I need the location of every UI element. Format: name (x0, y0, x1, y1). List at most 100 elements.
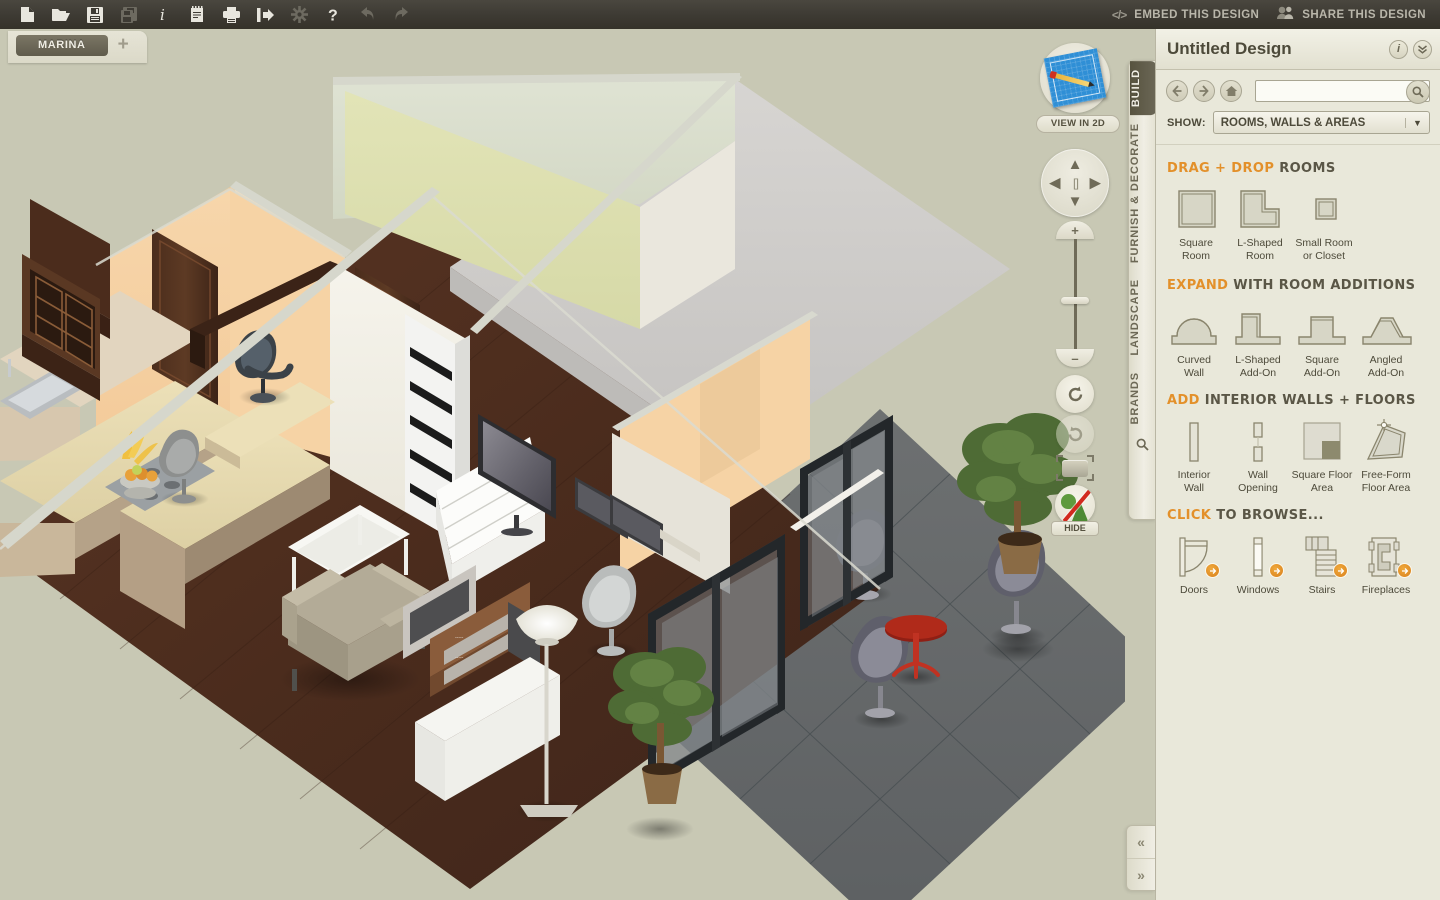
l-shaped-addon-icon (1226, 302, 1290, 350)
browse-arrow-badge[interactable] (1397, 563, 1412, 578)
document-tab-marina[interactable]: MARINA (16, 35, 108, 56)
pan-left-arrow-icon[interactable]: ◀ (1049, 176, 1061, 191)
door-icon (1162, 532, 1226, 580)
save-button[interactable] (78, 0, 112, 29)
add-tab-button[interactable]: + (114, 35, 133, 55)
help-button[interactable]: ? (316, 0, 350, 29)
zoom-out-button[interactable]: – (1056, 349, 1094, 367)
rotate-left-button[interactable] (1056, 375, 1094, 413)
section-highlight: EXPAND (1167, 278, 1229, 293)
pan-center-icon[interactable]: [ ] (1073, 176, 1079, 190)
zoom-slider[interactable]: + – (1053, 221, 1097, 367)
magnifier-icon[interactable] (1129, 432, 1155, 451)
tool-free-form-floor-area[interactable]: Free-Form Floor Area (1354, 417, 1418, 494)
chevron-down-icon[interactable]: ▼ (1405, 117, 1429, 128)
tool-label: Curved Wall (1177, 354, 1211, 379)
toolbar-icon-group: i ? (0, 0, 418, 29)
tool-wall-opening[interactable]: Wall Opening (1226, 417, 1290, 494)
browse-arrow-badge[interactable] (1269, 563, 1284, 578)
svg-text:-----: ----- (455, 655, 464, 661)
stairs-icon (1290, 532, 1354, 580)
design-canvas[interactable]: ----- ----- VIEW IN 2D ▲ ▼ ◀ ▶ [] + – H… (0, 29, 1125, 900)
tool-curved-wall[interactable]: Curved Wall (1162, 302, 1226, 379)
rail-tab-build[interactable]: BUILD (1130, 61, 1156, 116)
tool-square-room[interactable]: Square Room (1164, 185, 1228, 262)
square-floor-area-icon (1290, 417, 1354, 465)
tool-label: Interior Wall (1177, 469, 1211, 494)
tool-interior-wall[interactable]: Interior Wall (1162, 417, 1226, 494)
design-title: Untitled Design (1167, 39, 1292, 58)
rail-tab-landscape[interactable]: LANDSCAPE (1129, 271, 1155, 364)
collapse-left-button[interactable]: « (1127, 826, 1155, 858)
tool-windows[interactable]: Windows (1226, 532, 1290, 597)
pan-up-arrow-icon[interactable]: ▲ (1068, 157, 1083, 172)
rail-tab-brands[interactable]: BRANDS (1129, 364, 1155, 432)
fit-to-screen-button[interactable] (1055, 455, 1095, 483)
show-dropdown[interactable]: ROOMS, WALLS & AREAS ▼ (1212, 111, 1430, 134)
l-shaped-room-icon (1228, 185, 1292, 233)
nav-forward-button[interactable] (1193, 79, 1215, 102)
tool-label: Windows (1236, 584, 1280, 596)
notes-button[interactable] (180, 0, 214, 29)
design-info-button[interactable]: i (1389, 39, 1408, 59)
zoom-track[interactable] (1061, 239, 1089, 349)
zoom-in-button[interactable]: + (1056, 221, 1094, 239)
rotate-right-button[interactable] (1056, 415, 1094, 453)
tool-label: L-Shaped Room (1237, 237, 1283, 262)
search-input[interactable] (1256, 80, 1429, 101)
rail-tab-furnish-decorate[interactable]: FURNISH & DECORATE (1129, 115, 1155, 271)
nav-home-button[interactable] (1220, 79, 1242, 102)
open-folder-button[interactable] (44, 0, 78, 29)
view-2d-control[interactable]: VIEW IN 2D (1036, 43, 1120, 133)
zoom-thumb[interactable] (1061, 297, 1089, 304)
view-2d-thumbnail[interactable] (1040, 43, 1110, 113)
panel-header: Untitled Design i (1156, 29, 1440, 70)
browse-arrow-badge[interactable] (1333, 563, 1348, 578)
redo-button[interactable] (384, 0, 418, 29)
share-design-link[interactable]: SHARE THIS DESIGN (1277, 6, 1426, 23)
tool-small-room-or-closet[interactable]: Small Room or Closet (1292, 185, 1356, 262)
new-document-button[interactable] (10, 0, 44, 29)
panel-collapse-button[interactable] (1413, 39, 1432, 59)
tool-fireplaces[interactable]: Fireplaces (1354, 532, 1418, 597)
export-button[interactable] (248, 0, 282, 29)
view-in-2d-button[interactable]: VIEW IN 2D (1036, 115, 1120, 133)
floorplan-3d-render[interactable]: ----- ----- (0, 29, 1125, 900)
hide-landscape-button[interactable] (1055, 485, 1095, 525)
embed-code-icon: </> (1111, 7, 1127, 22)
embed-design-link[interactable]: </> EMBED THIS DESIGN (1112, 8, 1259, 22)
tool-l-shaped-add-on[interactable]: L-Shaped Add-On (1226, 302, 1290, 379)
tool-label: Square Floor Area (1291, 469, 1353, 494)
interior-wall-icon (1162, 417, 1226, 465)
nav-back-button[interactable] (1166, 79, 1188, 102)
blueprint-icon (1043, 48, 1107, 108)
panel-search[interactable] (1255, 79, 1430, 104)
collapse-right-button[interactable]: » (1127, 858, 1155, 890)
hide-label[interactable]: HIDE (1051, 521, 1099, 536)
tool-label: Square Add-On (1303, 354, 1341, 379)
tool-l-shaped-room[interactable]: L-Shaped Room (1228, 185, 1292, 262)
search-icon (1412, 86, 1424, 98)
square-addon-icon (1290, 302, 1354, 350)
gear-icon[interactable] (282, 0, 316, 29)
tool-square-floor-area[interactable]: Square Floor Area (1290, 417, 1354, 494)
tool-angled-add-on[interactable]: Angled Add-On (1354, 302, 1418, 379)
browse-arrow-badge[interactable] (1205, 563, 1220, 578)
pan-dpad[interactable]: ▲ ▼ ◀ ▶ [ ] (1041, 149, 1109, 217)
tool-stairs[interactable]: Stairs (1290, 532, 1354, 597)
svg-text:-----: ----- (455, 635, 464, 641)
search-button[interactable] (1406, 79, 1430, 104)
info-button[interactable]: i (146, 0, 180, 29)
section-highlight: CLICK (1167, 508, 1212, 523)
save-as-button[interactable] (112, 0, 146, 29)
tool-doors[interactable]: Doors (1162, 532, 1226, 597)
small-room-icon (1292, 185, 1356, 233)
section-rest: INTERIOR WALLS + FLOORS (1199, 393, 1416, 408)
tool-square-add-on[interactable]: Square Add-On (1290, 302, 1354, 379)
pan-right-arrow-icon[interactable]: ▶ (1089, 176, 1101, 191)
arrow-left-icon (1172, 84, 1182, 97)
curved-wall-icon (1162, 302, 1226, 350)
pan-down-arrow-icon[interactable]: ▼ (1068, 194, 1083, 209)
undo-button[interactable] (350, 0, 384, 29)
print-button[interactable] (214, 0, 248, 29)
